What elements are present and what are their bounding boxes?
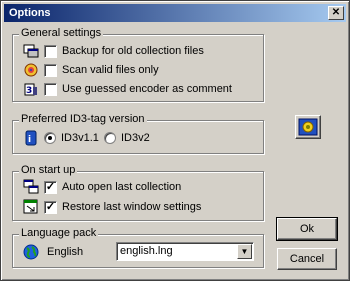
auto-open-label[interactable]: Auto open last collection <box>62 181 181 193</box>
id3v11-radio[interactable] <box>44 132 56 144</box>
id3v11-row: i ID3v1.1 <box>23 130 99 146</box>
globe-icon <box>23 244 39 260</box>
window-title: Options <box>9 7 51 19</box>
id3-version-group: Preferred ID3-tag version i ID3v1.1 ID3v… <box>12 113 264 154</box>
backup-checkbox[interactable] <box>44 44 57 58</box>
startup-group: On start up ✓ Auto open last collection … <box>12 164 264 221</box>
restore-window-checkbox[interactable]: ✓ <box>44 200 57 214</box>
restore-window-icon <box>23 199 39 215</box>
startup-legend: On start up <box>19 164 78 176</box>
backup-files-icon <box>23 43 39 59</box>
svg-text:3: 3 <box>26 86 32 96</box>
restore-window-row: ✓ Restore last window settings <box>23 199 201 215</box>
title-bar: Options ✕ <box>4 4 346 22</box>
auto-open-row: ✓ Auto open last collection <box>23 179 181 195</box>
guessed-encoder-checkbox[interactable] <box>44 82 57 96</box>
guessed-encoder-label[interactable]: Use guessed encoder as comment <box>62 83 232 95</box>
close-button[interactable]: ✕ <box>328 6 344 20</box>
id3v11-label[interactable]: ID3v1.1 <box>61 132 99 144</box>
encoder-icon: 3 <box>23 81 39 97</box>
windows-icon <box>23 179 39 195</box>
id3v2-row: ID3v2 <box>104 130 150 146</box>
svg-text:i: i <box>28 135 31 145</box>
general-settings-group: General settings Backup for old collecti… <box>12 27 264 102</box>
scan-icon <box>23 62 39 78</box>
auto-open-checkbox[interactable]: ✓ <box>44 180 57 194</box>
id3v2-label[interactable]: ID3v2 <box>121 132 150 144</box>
restore-window-label[interactable]: Restore last window settings <box>62 201 201 213</box>
language-name: English <box>47 246 84 258</box>
language-file-value: english.lng <box>120 245 173 257</box>
scan-valid-checkbox[interactable] <box>44 63 57 77</box>
dropdown-arrow-icon[interactable]: ▼ <box>237 244 252 259</box>
id3-tag-icon: i <box>23 130 39 146</box>
id3-version-legend: Preferred ID3-tag version <box>19 113 147 125</box>
cancel-button[interactable]: Cancel <box>277 248 337 270</box>
backup-row: Backup for old collection files <box>23 43 204 59</box>
settings-icon-button[interactable] <box>295 115 321 139</box>
language-file-select[interactable]: english.lng ▼ <box>116 242 254 261</box>
id3v2-radio[interactable] <box>104 132 116 144</box>
language-row: English <box>23 244 83 260</box>
guessed-encoder-row: 3 Use guessed encoder as comment <box>23 81 232 97</box>
options-dialog: Options ✕ General settings Backup for ol… <box>0 0 350 281</box>
general-settings-legend: General settings <box>19 27 104 39</box>
backup-label[interactable]: Backup for old collection files <box>62 45 204 57</box>
scan-valid-label[interactable]: Scan valid files only <box>62 64 159 76</box>
scan-valid-row: Scan valid files only <box>23 62 159 78</box>
language-pack-legend: Language pack <box>19 227 99 239</box>
language-pack-group: Language pack English english.lng ▼ <box>12 227 264 268</box>
ok-button[interactable]: Ok <box>276 217 338 241</box>
